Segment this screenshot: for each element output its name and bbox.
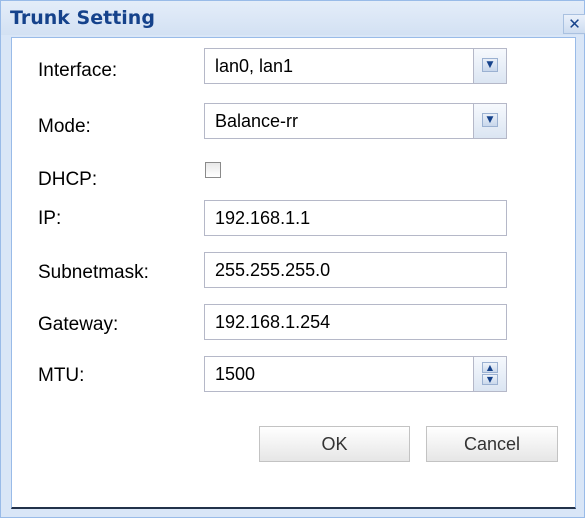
close-icon: ✕: [568, 15, 581, 33]
interface-dropdown-trigger[interactable]: ▼: [473, 49, 506, 83]
ok-button[interactable]: OK: [259, 426, 410, 462]
mtu-spinner[interactable]: ▲ ▼: [473, 357, 506, 391]
close-button[interactable]: ✕: [563, 14, 585, 34]
mtu-value: 1500: [215, 364, 256, 384]
gateway-input[interactable]: 192.168.1.254: [204, 304, 507, 340]
chevron-down-icon: ▼: [482, 58, 498, 72]
interface-label: Interface:: [38, 60, 118, 81]
mtu-label: MTU:: [38, 365, 85, 386]
gateway-value: 192.168.1.254: [215, 312, 331, 332]
interface-combobox[interactable]: lan0, lan1 ▼: [204, 48, 507, 84]
dhcp-checkbox[interactable]: [205, 162, 221, 178]
cancel-button[interactable]: Cancel: [426, 426, 558, 462]
mode-combobox[interactable]: Balance-rr ▼: [204, 103, 507, 139]
chevron-up-icon[interactable]: ▲: [482, 362, 498, 373]
mode-label: Mode:: [38, 116, 91, 137]
chevron-down-icon: ▼: [482, 113, 498, 127]
subnetmask-value: 255.255.255.0: [215, 260, 331, 280]
subnetmask-label: Subnetmask:: [38, 262, 149, 283]
dhcp-label: DHCP:: [38, 169, 98, 190]
ip-label: IP:: [38, 208, 62, 229]
ip-value: 192.168.1.1: [215, 208, 311, 228]
dialog-titlebar[interactable]: Trunk Setting ✕: [1, 1, 585, 35]
subnetmask-input[interactable]: 255.255.255.0: [204, 252, 507, 288]
ip-input[interactable]: 192.168.1.1: [204, 200, 507, 236]
mode-dropdown-trigger[interactable]: ▼: [473, 104, 506, 138]
dialog-title: Trunk Setting: [10, 7, 155, 29]
trunk-setting-dialog: Trunk Setting ✕ Interface: lan0, lan1 ▼ …: [0, 0, 585, 518]
mtu-number-input[interactable]: 1500 ▲ ▼: [204, 356, 507, 392]
interface-value: lan0, lan1: [215, 56, 294, 76]
chevron-down-icon[interactable]: ▼: [482, 374, 498, 385]
mode-value: Balance-rr: [215, 111, 299, 131]
gateway-label: Gateway:: [38, 314, 119, 335]
